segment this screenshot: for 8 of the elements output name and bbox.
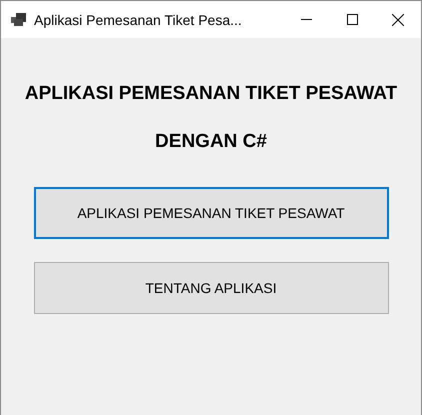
close-icon (392, 14, 404, 26)
window-title: Aplikasi Pemesanan Tiket Pesa... (34, 12, 243, 28)
maximize-icon (346, 14, 358, 25)
app-icon (11, 13, 26, 26)
heading: APLIKASI PEMESANAN TIKET PESAWAT (24, 82, 398, 106)
menu-button[interactable]: APLIKASI PEMESANAN TIKET PESAWAT (34, 187, 388, 239)
heading: DENGAN C# (155, 130, 267, 154)
menu-button[interactable]: TENTANG APLIKASI (34, 262, 388, 314)
